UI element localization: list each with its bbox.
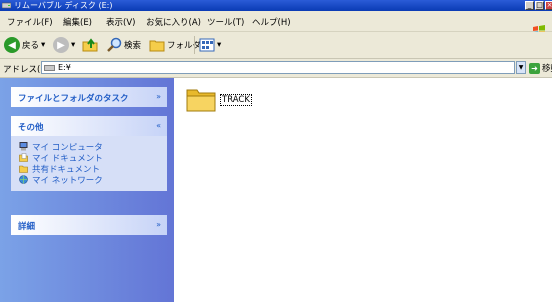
drive-icon bbox=[44, 65, 55, 71]
shared-documents-icon bbox=[19, 165, 28, 173]
views-dropdown-icon[interactable]: ▾ bbox=[217, 40, 221, 50]
forward-arrow-icon: ▶ bbox=[53, 37, 69, 53]
expand-chevron-icon[interactable]: » bbox=[156, 92, 161, 101]
back-arrow-icon: ◀ bbox=[4, 37, 20, 53]
menu-edit[interactable]: 編集(E) bbox=[63, 16, 92, 28]
forward-button[interactable]: ▶ ▾ bbox=[53, 36, 75, 54]
folders-icon bbox=[149, 40, 165, 52]
menu-help[interactable]: ヘルプ(H) bbox=[252, 16, 291, 28]
go-button[interactable]: ➜ 移動 bbox=[529, 62, 552, 74]
other-places-header[interactable]: その他 « bbox=[11, 116, 167, 136]
address-bar: アドレス(D) E:¥ ▼ ➜ 移動 bbox=[0, 59, 552, 78]
up-folder-icon bbox=[82, 38, 98, 52]
back-dropdown-icon[interactable]: ▾ bbox=[41, 40, 45, 50]
details-title: 詳細 bbox=[18, 222, 36, 232]
menu-view[interactable]: 表示(V) bbox=[106, 16, 135, 28]
sidebar-item-my-network[interactable]: マイ ネットワーク bbox=[11, 174, 167, 186]
other-places-panel: その他 « マイ コンピュータ マイ ドキュメント 共有ドキュメント マイ ネッ… bbox=[11, 116, 167, 191]
minimize-button[interactable]: _ bbox=[525, 1, 534, 10]
toolbar-separator bbox=[194, 36, 195, 54]
forward-dropdown-icon[interactable]: ▾ bbox=[71, 40, 75, 50]
window-title: リムーバブル ディスク (E:) bbox=[14, 1, 113, 10]
sidebar-item-my-documents[interactable]: マイ ドキュメント bbox=[11, 152, 167, 164]
back-button[interactable]: ◀ 戻る ▾ bbox=[4, 36, 45, 54]
toolbar: ◀ 戻る ▾ ▶ ▾ 検索 フォルダ ▾ bbox=[0, 32, 552, 59]
search-button[interactable]: 検索 bbox=[106, 36, 141, 54]
details-header[interactable]: 詳細 » bbox=[11, 215, 167, 235]
my-network-icon bbox=[19, 175, 28, 184]
address-dropdown-button[interactable]: ▼ bbox=[516, 61, 526, 74]
sidebar-item-label: マイ ネットワーク bbox=[32, 175, 103, 186]
folders-label: フォルダ bbox=[167, 41, 202, 51]
title-bar: リムーバブル ディスク (E:) _ □ × bbox=[0, 0, 552, 11]
menu-tools[interactable]: ツール(T) bbox=[207, 16, 244, 28]
go-label: 移動 bbox=[542, 64, 552, 74]
file-list-area[interactable]: TRACK bbox=[174, 78, 552, 302]
address-value: E:¥ bbox=[58, 63, 71, 72]
task-pane: ファイルとフォルダのタスク » その他 « マイ コンピュータ マイ ドキュメン… bbox=[0, 78, 174, 302]
back-label: 戻る bbox=[22, 41, 40, 51]
views-button[interactable]: ▾ bbox=[199, 36, 221, 54]
folder-name[interactable]: TRACK bbox=[220, 94, 252, 106]
sidebar-item-my-computer[interactable]: マイ コンピュータ bbox=[11, 141, 167, 153]
close-button[interactable]: × bbox=[545, 1, 552, 10]
file-folder-tasks-title: ファイルとフォルダのタスク bbox=[18, 94, 129, 104]
sidebar-item-shared-documents[interactable]: 共有ドキュメント bbox=[11, 163, 167, 175]
go-arrow-icon: ➜ bbox=[529, 62, 540, 74]
my-documents-icon bbox=[19, 153, 28, 162]
folder-icon[interactable] bbox=[186, 86, 216, 112]
menu-favorites[interactable]: お気に入り(A) bbox=[146, 16, 201, 28]
expand-chevron-icon[interactable]: » bbox=[156, 220, 161, 229]
file-folder-tasks-header[interactable]: ファイルとフォルダのタスク » bbox=[11, 87, 167, 107]
maximize-button[interactable]: □ bbox=[535, 1, 544, 10]
views-icon bbox=[199, 38, 215, 52]
details-panel: 詳細 » bbox=[11, 215, 167, 235]
menu-bar: ファイル(F) 編集(E) 表示(V) お気に入り(A) ツール(T) ヘルプ(… bbox=[0, 11, 552, 37]
removable-disk-icon bbox=[2, 2, 11, 9]
my-computer-icon bbox=[19, 142, 28, 151]
search-label: 検索 bbox=[124, 41, 142, 51]
menu-file[interactable]: ファイル(F) bbox=[7, 16, 53, 28]
address-input[interactable]: E:¥ bbox=[41, 61, 515, 74]
file-folder-tasks-panel: ファイルとフォルダのタスク » bbox=[11, 87, 167, 107]
other-places-title: その他 bbox=[18, 123, 44, 133]
collapse-chevron-icon[interactable]: « bbox=[156, 121, 161, 130]
up-folder-button[interactable] bbox=[82, 36, 98, 54]
search-icon bbox=[107, 37, 122, 52]
